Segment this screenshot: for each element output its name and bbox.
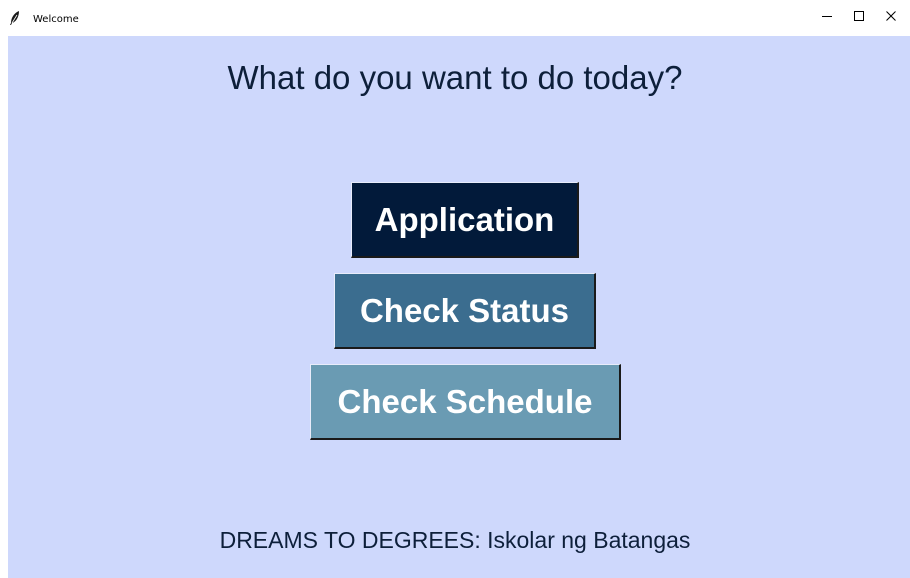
check-schedule-button[interactable]: Check Schedule (310, 364, 621, 440)
feather-icon (8, 10, 22, 26)
close-icon (885, 9, 897, 27)
maximize-button[interactable] (842, 4, 876, 32)
minimize-button[interactable] (810, 4, 844, 32)
close-button[interactable] (874, 4, 908, 32)
title-bar[interactable]: Welcome (0, 0, 910, 36)
welcome-panel: What do you want to do today? Applicatio… (8, 36, 910, 578)
app-window: Welcome What do you want to do today? Ap… (0, 0, 910, 578)
minimize-icon (821, 9, 833, 27)
page-heading: What do you want to do today? (227, 59, 683, 96)
check-status-button[interactable]: Check Status (334, 273, 596, 349)
footer-tagline: DREAMS TO DEGREES: Iskolar ng Batangas (219, 527, 691, 553)
application-button[interactable]: Application (351, 182, 579, 258)
window-title: Welcome (33, 14, 79, 25)
maximize-icon (853, 9, 865, 27)
